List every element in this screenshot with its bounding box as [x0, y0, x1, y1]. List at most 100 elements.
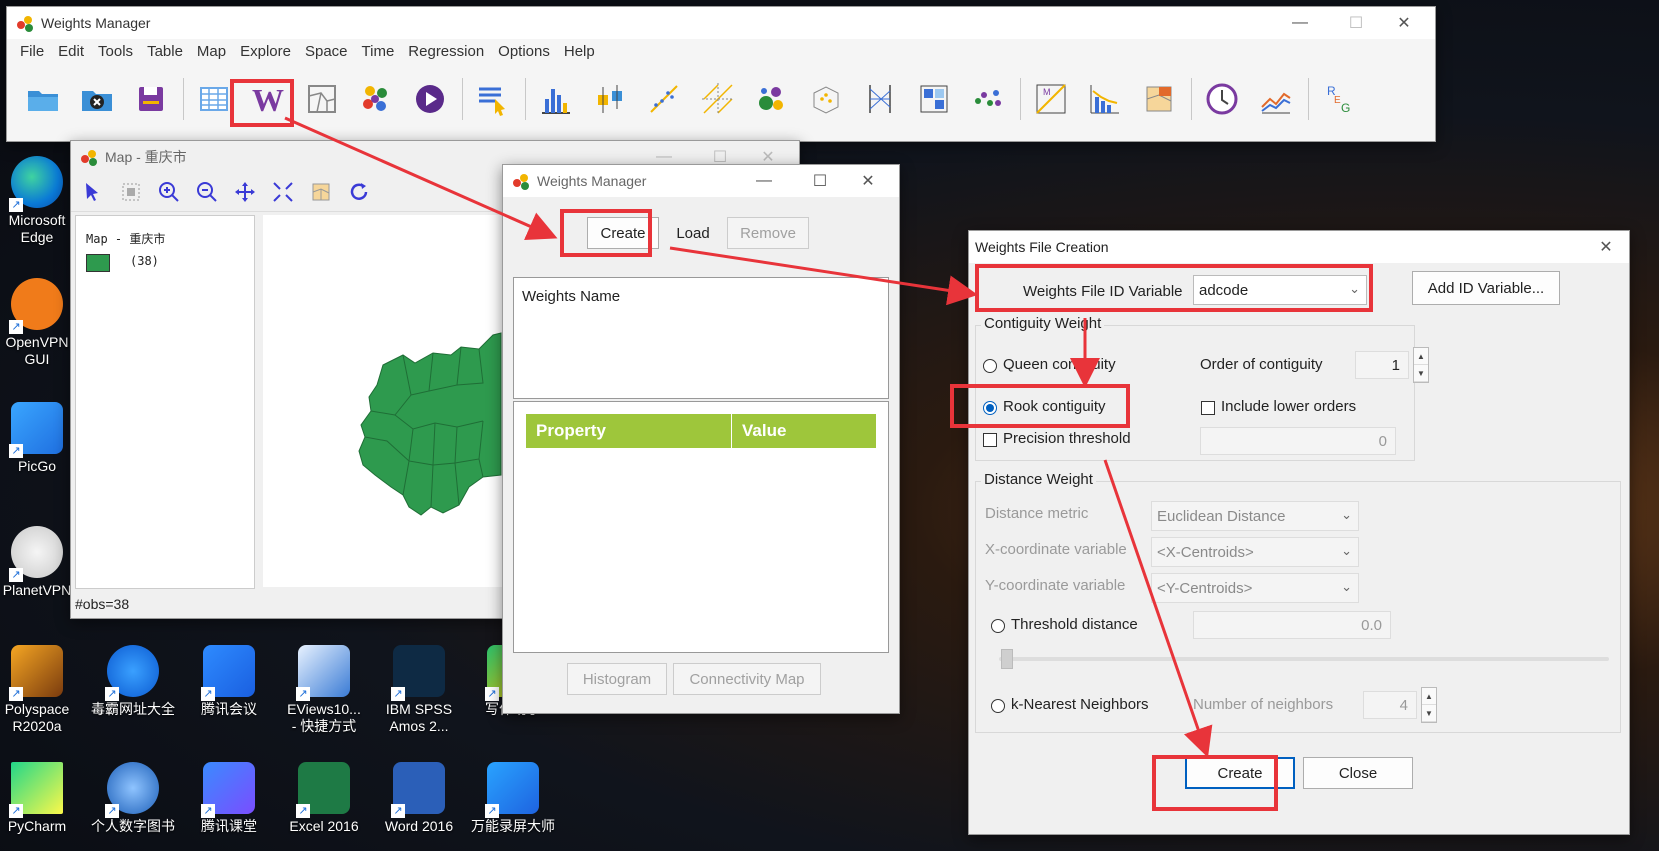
histogram-tool-button[interactable] [534, 77, 578, 121]
maximize-icon[interactable]: ☐ [797, 165, 843, 197]
desktop-icon-pycharm[interactable]: PyCharm [0, 762, 80, 835]
histogram-button[interactable]: Histogram [567, 663, 667, 695]
refresh-tool[interactable] [345, 178, 373, 206]
menu-file[interactable]: File [20, 43, 44, 60]
maximize-icon[interactable]: ☐ [1333, 7, 1379, 39]
threshold-radio[interactable] [991, 619, 1005, 633]
menu-table[interactable]: Table [147, 43, 183, 60]
y-coordinate-select[interactable]: <Y-Centroids> ⌄ [1151, 573, 1359, 603]
scatter-button[interactable] [642, 77, 686, 121]
pointer-tool[interactable] [79, 178, 107, 206]
desktop-icon-amos[interactable]: IBM SPSS Amos 2... [376, 645, 462, 735]
close-icon[interactable]: ✕ [845, 165, 891, 197]
scatter-matrix-button[interactable] [696, 77, 740, 121]
full-extent-tool[interactable] [269, 178, 297, 206]
desktop-icon-picgo[interactable]: PicGo [0, 402, 80, 475]
map-button[interactable] [300, 77, 344, 121]
menu-map[interactable]: Map [197, 43, 226, 60]
minimize-icon[interactable]: — [741, 165, 787, 197]
order-input[interactable]: 1 [1355, 351, 1409, 379]
select-button[interactable] [471, 77, 515, 121]
desktop-icon-excel[interactable]: Excel 2016 [281, 762, 367, 835]
x-coordinate-select[interactable]: <X-Centroids> ⌄ [1151, 537, 1359, 567]
desktop-icon-tencent-class[interactable]: 腾讯课堂 [186, 762, 272, 835]
precision-label[interactable]: Precision threshold [1003, 430, 1131, 447]
connectivity-map-button[interactable]: Connectivity Map [673, 663, 821, 695]
threshold-label[interactable]: Threshold distance [1011, 616, 1138, 633]
desktop-icon-recorder[interactable]: 万能录屏大师 [470, 762, 556, 835]
desktop-icon-library[interactable]: 个人数字图书 [90, 762, 176, 835]
close-icon[interactable]: ✕ [1381, 7, 1427, 39]
wm-load-button[interactable]: Load [667, 217, 719, 249]
regression-button[interactable]: REG [1317, 77, 1361, 121]
knn-radio[interactable] [991, 699, 1005, 713]
play-button[interactable] [408, 77, 452, 121]
menu-regression[interactable]: Regression [408, 43, 484, 60]
stepper-up-icon[interactable]: ▲ [1422, 688, 1436, 705]
pan-tool[interactable] [231, 178, 259, 206]
menu-explore[interactable]: Explore [240, 43, 291, 60]
distance-metric-select[interactable]: Euclidean Distance ⌄ [1151, 501, 1359, 531]
map-layer-tool[interactable] [307, 178, 335, 206]
correlogram-button[interactable] [1083, 77, 1127, 121]
conditional-map-button[interactable] [912, 77, 956, 121]
desktop-icon-duba[interactable]: 毒霸网址大全 [90, 645, 176, 718]
stepper-down-icon[interactable]: ▼ [1414, 365, 1428, 382]
zoom-in-tool[interactable] [155, 178, 183, 206]
zoom-out-tool[interactable] [193, 178, 221, 206]
main-titlebar: Weights Manager — ☐ ✕ [7, 7, 1435, 39]
lisa-button[interactable] [1137, 77, 1181, 121]
queen-radio[interactable] [983, 359, 997, 373]
order-stepper[interactable]: ▲ ▼ [1413, 347, 1429, 383]
moran-button[interactable]: M [1029, 77, 1073, 121]
wm-remove-button[interactable]: Remove [727, 217, 809, 249]
desktop-icon-edge[interactable]: Microsoft Edge [0, 156, 80, 246]
desktop-icon-planetvpn[interactable]: PlanetVPN [0, 526, 80, 599]
minimize-icon[interactable]: — [1277, 7, 1323, 39]
queen-label[interactable]: Queen contiguity [1003, 356, 1116, 373]
menu-help[interactable]: Help [564, 43, 595, 60]
wfc-close-button[interactable]: Close [1303, 757, 1413, 789]
desktop-icon-eviews[interactable]: EViews10... - 快捷方式 [281, 645, 367, 735]
boxplot-button[interactable] [588, 77, 632, 121]
include-lower-checkbox[interactable] [1201, 401, 1215, 415]
precision-checkbox[interactable] [983, 433, 997, 447]
open-folder-button[interactable] [21, 77, 65, 121]
precision-input[interactable]: 0 [1200, 427, 1396, 455]
averages-chart-button[interactable] [1254, 77, 1298, 121]
menu-tools[interactable]: Tools [98, 43, 133, 60]
threshold-slider-handle[interactable] [1001, 649, 1013, 669]
cluster-scatter-button[interactable] [966, 77, 1010, 121]
polyspace-icon [9, 645, 63, 701]
close-icon[interactable]: ✕ [1583, 231, 1629, 263]
close-project-button[interactable] [75, 77, 119, 121]
knn-label[interactable]: k-Nearest Neighbors [1011, 696, 1149, 713]
stepper-down-icon[interactable]: ▼ [1422, 705, 1436, 722]
desktop-icon-polyspace[interactable]: Polyspace R2020a [0, 645, 80, 735]
stepper-up-icon[interactable]: ▲ [1414, 348, 1428, 365]
moran-scatter-icon: M [1036, 84, 1066, 114]
menu-options[interactable]: Options [498, 43, 550, 60]
desktop-icon-tencent-meeting[interactable]: 腾讯会议 [186, 645, 272, 718]
bubble-button[interactable] [750, 77, 794, 121]
legend-swatch[interactable] [86, 254, 110, 272]
weights-list[interactable]: Weights Name [513, 277, 889, 399]
3d-scatter-button[interactable] [804, 77, 848, 121]
time-button[interactable] [1200, 77, 1244, 121]
neighbors-input[interactable]: 4 [1363, 691, 1417, 719]
neighbors-stepper[interactable]: ▲ ▼ [1421, 687, 1437, 723]
desktop-icon-openvpn[interactable]: OpenVPN GUI [0, 278, 80, 368]
pcp-button[interactable] [858, 77, 902, 121]
select-tool[interactable] [117, 178, 145, 206]
menu-space[interactable]: Space [305, 43, 348, 60]
save-button[interactable] [129, 77, 173, 121]
cluster-button[interactable] [354, 77, 398, 121]
desktop-icon-word[interactable]: Word 2016 [376, 762, 462, 835]
threshold-input[interactable]: 0.0 [1193, 611, 1391, 639]
threshold-slider-track[interactable] [999, 657, 1609, 661]
menu-time[interactable]: Time [362, 43, 395, 60]
highlight-id-variable [975, 264, 1373, 312]
include-lower-label[interactable]: Include lower orders [1221, 398, 1356, 415]
add-id-variable-button[interactable]: Add ID Variable... [1412, 271, 1560, 305]
menu-edit[interactable]: Edit [58, 43, 84, 60]
